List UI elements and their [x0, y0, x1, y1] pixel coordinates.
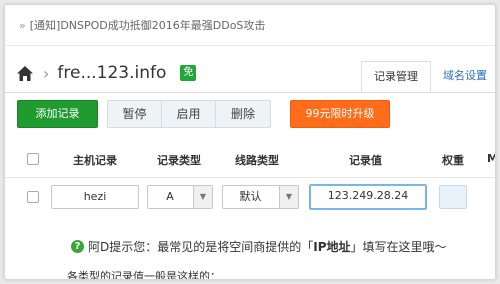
notice-text[interactable]: [通知]DNSPOD成功抵御2016年最强DDoS攻击	[30, 19, 266, 32]
upgrade-button[interactable]: 99元限时升级	[290, 100, 390, 128]
divider	[5, 45, 495, 46]
question-icon: ?	[71, 240, 84, 253]
header-type: 记录类型	[157, 154, 201, 167]
domain-name: fre...123.info	[57, 63, 167, 83]
row-checkbox[interactable]	[27, 191, 39, 203]
tab-record-management[interactable]: 记录管理	[361, 61, 431, 93]
hint-highlight: IP地址	[313, 240, 351, 254]
toolbar: 添加记录 暂停 启用 删除 99元限时升级	[17, 100, 390, 128]
chevron-right-icon: ›	[43, 63, 50, 83]
tab-bar: 记录管理 域名设置	[361, 61, 495, 93]
enable-button[interactable]: 启用	[162, 101, 216, 127]
pause-button[interactable]: 暂停	[108, 101, 162, 127]
breadcrumb: › fre...123.info 免	[17, 63, 197, 83]
line-select[interactable]: 默认 ▼	[222, 185, 299, 209]
notice-link[interactable]: » [通知]DNSPOD成功抵御2016年最强DDoS攻击	[19, 17, 265, 33]
tab-underline	[5, 92, 495, 93]
hint-suffix: 」填写在这里哦～	[350, 240, 447, 254]
type-value: A	[166, 190, 174, 203]
header-host: 主机记录	[73, 154, 117, 167]
header-weight: 权重	[442, 154, 464, 167]
hint-prefix: 阿D提示您：最常见的是将空间商提供的「	[88, 240, 314, 254]
select-all-checkbox[interactable]	[27, 153, 39, 165]
hint-message: ? 阿D提示您：最常见的是将空间商提供的「 IP地址 」填写在这里哦～	[71, 238, 447, 255]
free-badge: 免	[180, 65, 197, 81]
header-value: 记录值	[349, 154, 382, 167]
divider	[5, 177, 495, 178]
type-select[interactable]: A ▼	[147, 185, 213, 209]
table-header: 主机记录 记录类型 线路类型 记录值 权重 M	[5, 145, 495, 173]
tab-domain-settings[interactable]: 域名设置	[431, 61, 495, 93]
home-icon[interactable]	[17, 65, 33, 81]
line-value: 默认	[239, 190, 262, 203]
record-action-group: 暂停 启用 删除	[107, 100, 271, 128]
weight-input[interactable]	[439, 185, 467, 209]
chevron-right-icon: »	[19, 19, 26, 32]
dns-record-panel: » [通知]DNSPOD成功抵御2016年最强DDoS攻击 › fre...123…	[4, 4, 496, 280]
host-input[interactable]: hezi	[51, 185, 139, 209]
header-line: 线路类型	[235, 154, 279, 167]
hint-subtext: 各类型的记录值一般是这样的：	[67, 270, 221, 280]
dropdown-arrow-icon: ▼	[279, 186, 298, 208]
delete-button[interactable]: 删除	[216, 101, 270, 127]
add-record-button[interactable]: 添加记录	[17, 100, 98, 128]
record-value-input[interactable]: 123.249.28.24	[309, 184, 427, 210]
header-mx: M	[487, 152, 495, 165]
dropdown-arrow-icon: ▼	[193, 186, 212, 208]
